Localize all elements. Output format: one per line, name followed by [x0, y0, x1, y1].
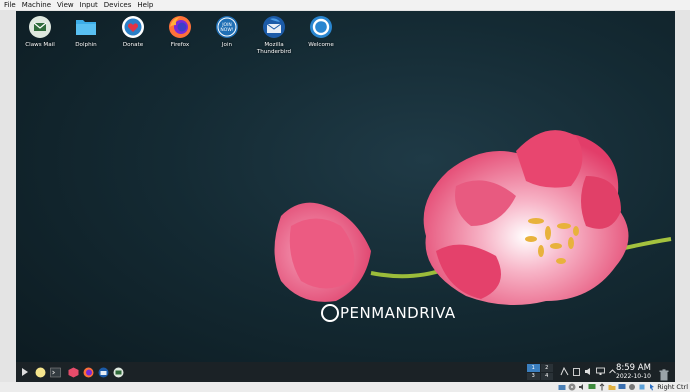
terminal-icon[interactable]: [49, 366, 61, 378]
system-tray: [560, 366, 620, 376]
menu-input[interactable]: Input: [80, 0, 98, 10]
desktop-icon-donate[interactable]: Donate: [110, 15, 156, 49]
clock-time: 8:59 AM: [616, 363, 651, 373]
clipboard-icon[interactable]: [572, 366, 581, 376]
desktop-icon-firefox[interactable]: Firefox: [157, 15, 203, 49]
pinned-files-icon[interactable]: [34, 366, 46, 378]
join-now-icon: JOIN NOW!: [215, 15, 239, 39]
desktop-icon-thunderbird[interactable]: Mozilla Thunderbird: [251, 15, 297, 56]
claws-mail-icon: [28, 15, 52, 39]
network-icon[interactable]: [596, 366, 605, 376]
hdd-icon[interactable]: [558, 383, 566, 391]
taskbar: 1 2 3 4 8:59 AM 2022-10-10: [16, 362, 675, 382]
desktop-icon-label: Mozilla Thunderbird: [256, 42, 292, 55]
menu-devices[interactable]: Devices: [104, 0, 132, 10]
host-key-label: Right Ctrl: [657, 383, 688, 391]
optical-drive-icon[interactable]: [568, 383, 576, 391]
desktop-icon-welcome[interactable]: Welcome: [298, 15, 344, 49]
desktop-icon-label: Donate: [122, 42, 144, 48]
display-icon[interactable]: [618, 383, 626, 391]
virtual-desktop-pager: 1 2 3 4: [527, 364, 553, 380]
svg-text:NOW!: NOW!: [220, 27, 233, 33]
desktop-icon-label: Firefox: [170, 42, 190, 48]
pager-desktop-1[interactable]: 1: [527, 364, 540, 372]
app-launcher-icon[interactable]: [19, 366, 31, 378]
thunderbird-icon[interactable]: [97, 366, 109, 378]
shared-folder-icon[interactable]: [608, 383, 616, 391]
mouse-integration-icon[interactable]: [648, 383, 656, 391]
wallpaper-tulips: [274, 130, 672, 305]
activity-icon[interactable]: [560, 366, 569, 376]
small-tulip: [274, 202, 371, 302]
pager-desktop-2[interactable]: 2: [540, 364, 553, 372]
desktop-icon-claws-mail[interactable]: Claws Mail: [17, 15, 63, 49]
clock-date: 2022-10-10: [616, 373, 651, 380]
menu-view[interactable]: View: [57, 0, 74, 10]
thunderbird-icon: [262, 15, 286, 39]
network-adapter-icon[interactable]: [588, 383, 596, 391]
desktop-icon-label: Join: [221, 42, 233, 48]
vm-menubar: File Machine View Input Devices Help: [0, 0, 690, 10]
desktop-icon-join[interactable]: JOIN NOW! Join: [204, 15, 250, 49]
openmandriva-logo: PENMANDRIVA: [321, 304, 456, 322]
menu-machine[interactable]: Machine: [22, 0, 51, 10]
desktop-icon-label: Claws Mail: [25, 42, 55, 48]
vm-statusbar: Right Ctrl: [0, 382, 690, 392]
digital-clock[interactable]: 8:59 AM 2022-10-10: [616, 364, 651, 381]
pager-desktop-4[interactable]: 4: [540, 372, 553, 380]
desktop-icon-label: Welcome: [308, 42, 334, 48]
firefox-icon[interactable]: [82, 366, 94, 378]
audio-icon[interactable]: [578, 383, 586, 391]
software-center-icon[interactable]: [67, 366, 79, 378]
pager-desktop-3[interactable]: 3: [527, 372, 540, 380]
large-tulip: [423, 130, 629, 305]
recording-icon[interactable]: [628, 383, 636, 391]
openmandriva-icon: [309, 15, 333, 39]
desktop-icon-dolphin[interactable]: Dolphin: [63, 15, 109, 49]
usb-icon[interactable]: [598, 383, 606, 391]
firefox-icon: [168, 15, 192, 39]
menu-file[interactable]: File: [4, 0, 16, 10]
claws-mail-icon[interactable]: [112, 366, 124, 378]
folder-icon: [74, 15, 98, 39]
volume-icon[interactable]: [584, 366, 593, 376]
cpu-icon[interactable]: [638, 383, 646, 391]
openmandriva-o-mark: [321, 304, 339, 322]
logo-text: PENMANDRIVA: [340, 304, 456, 322]
heart-icon: [121, 15, 145, 39]
desktop-icon-label: Dolphin: [75, 42, 97, 48]
menu-help[interactable]: Help: [137, 0, 153, 10]
guest-desktop[interactable]: PENMANDRIVA Claws Mail Dolphin Donate Fi…: [16, 11, 675, 382]
trash-icon[interactable]: [659, 366, 669, 382]
